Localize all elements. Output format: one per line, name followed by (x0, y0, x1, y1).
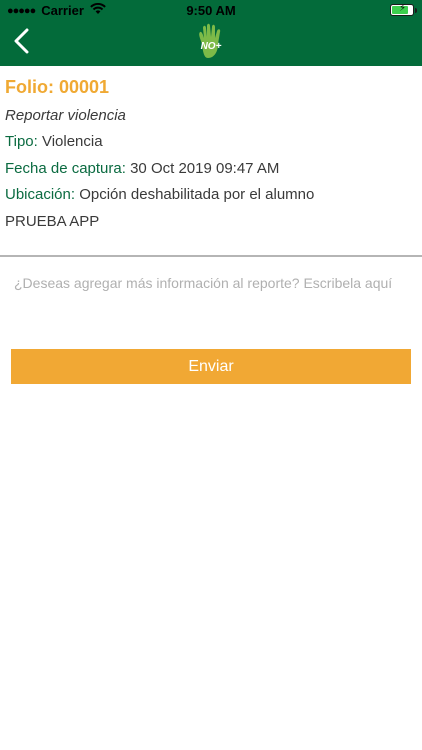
divider (0, 255, 422, 257)
battery-icon: ⚡ (390, 3, 417, 16)
status-time: 9:50 AM (186, 3, 236, 18)
app-logo: NO+ (188, 22, 234, 64)
fecha-label: Fecha de captura: (5, 160, 126, 177)
ubicacion-value: Opción deshabilitada por el alumno (75, 186, 315, 203)
ubicacion-label: Ubicación: (5, 186, 76, 203)
tipo-value: Violencia (37, 133, 103, 150)
back-button[interactable] (8, 24, 36, 58)
additional-info-input[interactable] (10, 266, 412, 328)
chevron-left-icon (14, 28, 29, 54)
folio-title: Folio: 00001 (5, 77, 110, 97)
send-button[interactable]: Enviar (11, 349, 411, 384)
report-subtitle: Reportar violencia (5, 107, 126, 124)
fecha-row: Fecha de captura: 30 Oct 2019 09:47 AM (5, 160, 279, 177)
nav-bar: ●●●●● Carrier 9:50 AM ⚡ NO+ (0, 0, 422, 66)
ubicacion-row: Ubicación: Opción deshabilitada por el a… (5, 186, 314, 203)
status-bar: ●●●●● Carrier 9:50 AM ⚡ (0, 0, 422, 22)
logo-text: NO+ (201, 41, 222, 52)
fecha-value: 30 Oct 2019 09:47 AM (125, 160, 280, 177)
report-note: PRUEBA APP (5, 213, 100, 230)
tipo-row: Tipo: Violencia (5, 133, 103, 150)
tipo-label: Tipo: (5, 133, 38, 150)
